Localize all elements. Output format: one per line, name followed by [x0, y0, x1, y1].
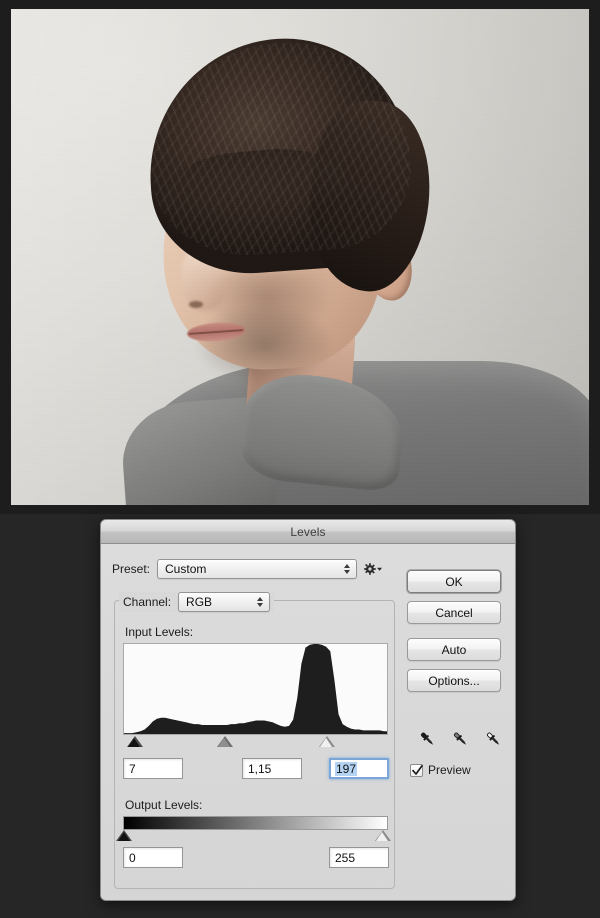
auto-button[interactable]: Auto	[407, 638, 501, 661]
output-levels-slider[interactable]	[116, 829, 391, 845]
output-black-point-value: 0	[129, 850, 136, 865]
output-white-point-value: 255	[335, 850, 356, 865]
channel-dropdown[interactable]: RGB	[178, 592, 271, 612]
app-window: Levels Preset: Custom Channel: RGB Input…	[0, 0, 600, 918]
channel-value: RGB	[186, 595, 213, 609]
auto-button-label: Auto	[441, 642, 467, 657]
options-button-label: Options...	[428, 673, 480, 688]
preview-row[interactable]: Preview	[410, 763, 471, 777]
options-button[interactable]: Options...	[407, 669, 501, 692]
cancel-button[interactable]: Cancel	[407, 601, 501, 624]
input-black-point-field[interactable]: 7	[123, 758, 183, 779]
set-white-point-eyedropper[interactable]	[484, 730, 503, 749]
dialog-title: Levels	[290, 524, 326, 539]
input-black-point-value: 7	[129, 761, 136, 776]
photo-subject	[11, 9, 589, 505]
chevron-updown-icon	[257, 597, 264, 607]
input-white-point-field[interactable]: 197	[329, 758, 389, 779]
output-white-point-field[interactable]: 255	[329, 847, 389, 868]
set-gray-point-eyedropper[interactable]	[451, 730, 470, 749]
eyedropper-row	[418, 726, 504, 752]
chevron-down-icon	[376, 567, 383, 571]
set-black-point-eyedropper[interactable]	[418, 730, 437, 749]
cancel-button-label: Cancel	[435, 605, 473, 620]
ok-button[interactable]: OK	[407, 570, 501, 593]
preview-label: Preview	[428, 763, 471, 777]
levels-dialog: Levels Preset: Custom Channel: RGB Input…	[100, 519, 516, 901]
subject-hair-texture	[143, 34, 417, 262]
dialog-titlebar[interactable]: Levels	[101, 520, 515, 544]
input-white-point-value: 197	[335, 761, 358, 776]
preset-label: Preset:	[112, 562, 151, 576]
input-gamma-value: 1,15	[248, 761, 272, 776]
histogram-plot	[124, 644, 387, 734]
chevron-updown-icon	[344, 564, 351, 574]
checkmark-icon	[412, 764, 423, 775]
input-levels-label: Input Levels:	[125, 625, 194, 639]
input-levels-histogram	[123, 643, 388, 735]
preset-row: Preset: Custom	[112, 559, 383, 579]
input-levels-slider[interactable]	[123, 735, 388, 753]
channel-label: Channel:	[123, 595, 172, 609]
ok-button-label: OK	[445, 574, 463, 589]
input-gamma-field[interactable]: 1,15	[242, 758, 302, 779]
preview-checkbox[interactable]	[410, 763, 423, 777]
output-levels-label: Output Levels:	[125, 798, 203, 812]
gear-icon	[364, 563, 376, 575]
subject-nostril	[189, 301, 203, 308]
image-canvas-frame	[0, 0, 600, 514]
preset-options-menu-button[interactable]	[364, 561, 383, 577]
preset-value: Custom	[165, 562, 207, 576]
eyedropper-icon	[420, 732, 434, 745]
output-levels-gradient-ramp	[123, 816, 388, 830]
eyedropper-icon	[486, 732, 500, 745]
preset-dropdown[interactable]: Custom	[157, 559, 358, 579]
dialog-body: Preset: Custom Channel: RGB Input Levels…	[101, 544, 515, 900]
output-black-point-field[interactable]: 0	[123, 847, 183, 868]
portrait-photo	[11, 9, 589, 505]
eyedropper-icon	[453, 732, 467, 745]
channel-row: Channel: RGB	[119, 592, 275, 612]
